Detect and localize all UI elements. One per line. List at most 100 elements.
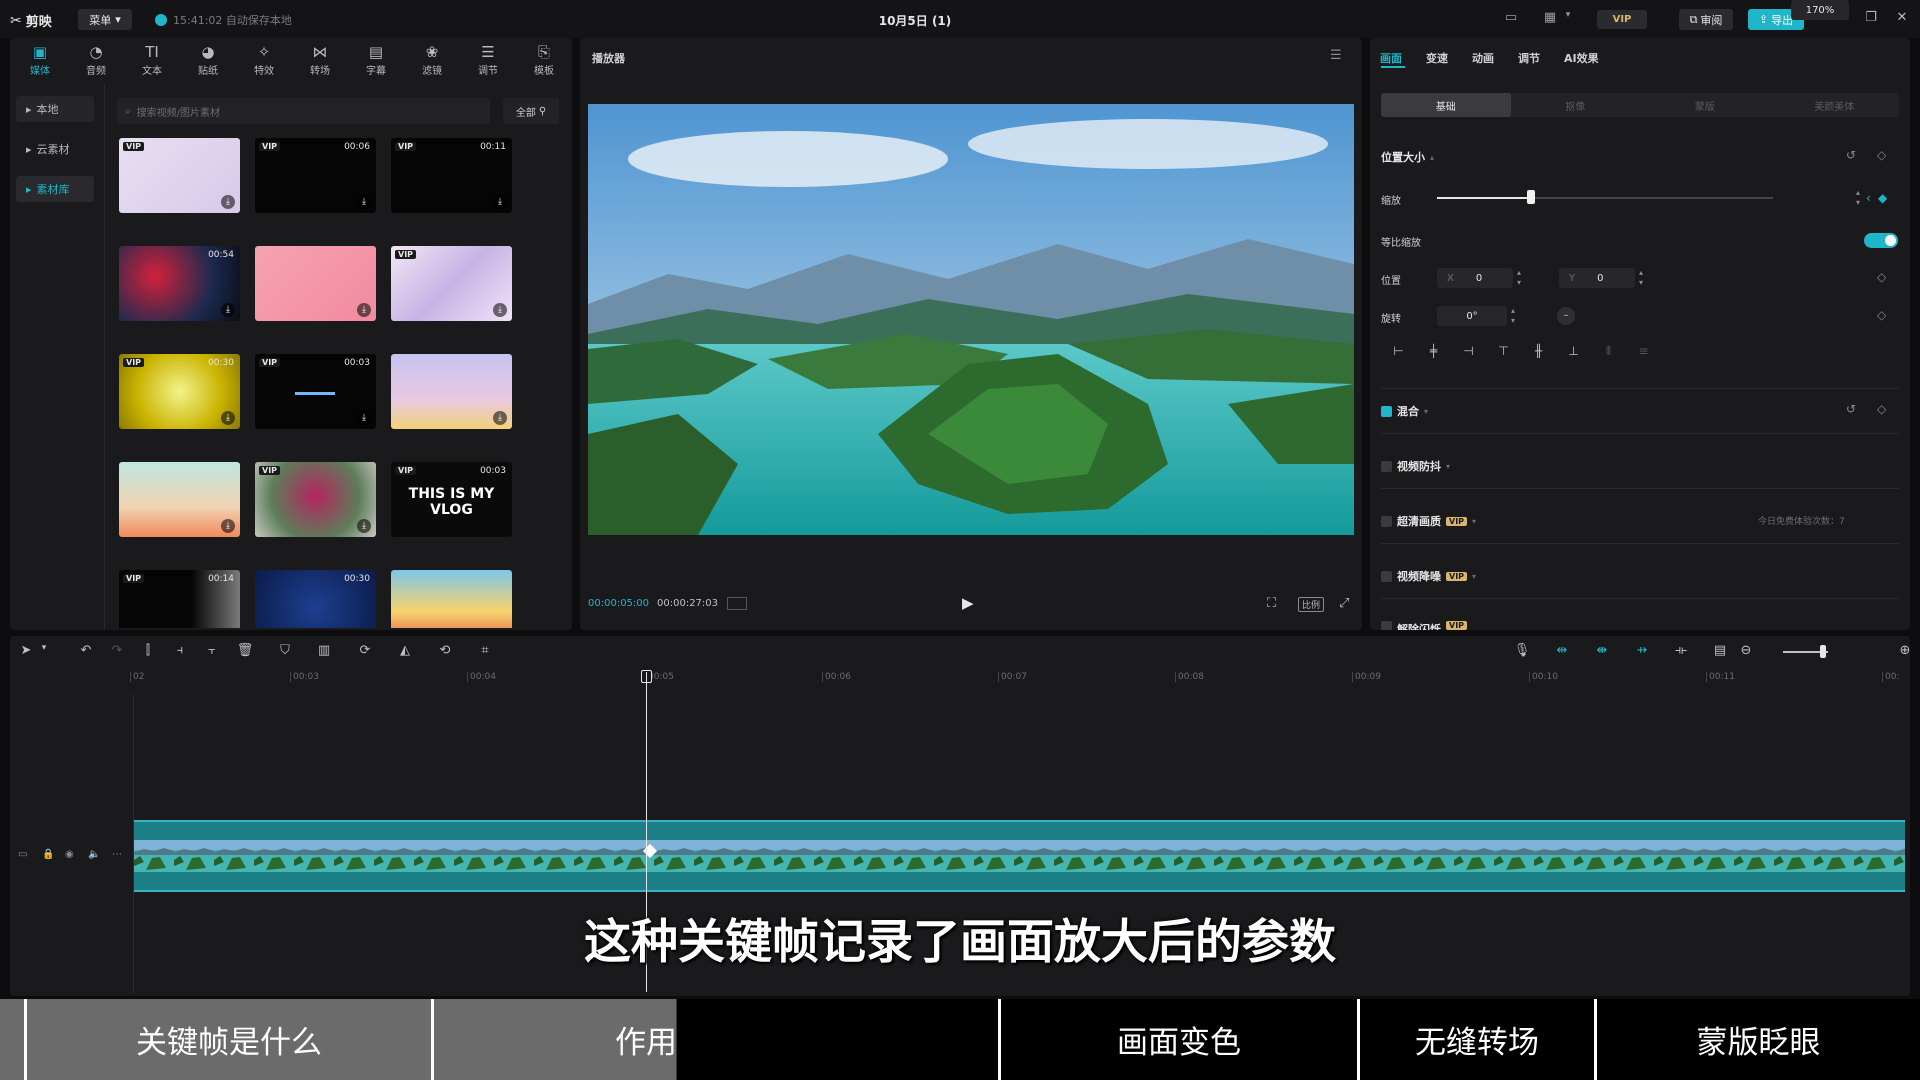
denoise-checkbox[interactable] xyxy=(1381,570,1392,582)
zoom-slider-knob[interactable] xyxy=(1820,645,1826,658)
search-input[interactable]: ⌕ 搜索视频/图片素材 xyxy=(117,98,490,124)
asset-thumb[interactable]: 00:54 ⤓ xyxy=(119,246,240,321)
play-icon[interactable]: ▶ xyxy=(962,594,974,612)
freeze-frame-icon[interactable]: ▥ xyxy=(314,643,334,658)
tab-transition[interactable]: ⋈ 转场 xyxy=(292,38,348,82)
layout-grid-icon[interactable]: ▦ xyxy=(1540,10,1560,28)
stepper-icon[interactable]: ▴ ▾ xyxy=(1507,306,1519,326)
uniform-scale-toggle[interactable] xyxy=(1864,233,1898,248)
chevron-down-icon[interactable]: ▾ xyxy=(34,643,54,653)
align-center-v-icon[interactable]: ╫ xyxy=(1521,344,1556,364)
rotate-input[interactable]: 0° xyxy=(1437,306,1507,326)
keyframe-icon[interactable]: ◇ xyxy=(1877,148,1886,162)
align-top-icon[interactable]: ⊤ xyxy=(1486,344,1521,364)
asset-thumb[interactable]: VIP 00:06 ⤓ xyxy=(255,138,376,213)
section-stabilize[interactable]: 视频防抖 ▾ xyxy=(1381,458,1450,474)
keyframe-icon[interactable]: ◇ xyxy=(1877,402,1886,416)
keyframe-icon[interactable]: ◇ xyxy=(1877,308,1886,322)
split-right-icon[interactable]: ⫟ xyxy=(202,643,222,658)
tab-template[interactable]: ⎘ 模板 xyxy=(516,38,572,82)
vip-badge[interactable]: VIP xyxy=(1597,10,1647,29)
scale-slider-knob[interactable] xyxy=(1527,190,1536,204)
video-preview[interactable] xyxy=(588,104,1354,535)
chapter-seamless-transition[interactable]: 无缝转场 xyxy=(1357,999,1594,1080)
caption-preview-icon[interactable]: ▤ xyxy=(1710,643,1730,658)
chevron-left-icon[interactable]: ‹ xyxy=(1866,191,1871,205)
main-track-magnet-icon[interactable]: ⇹ xyxy=(1552,643,1572,658)
preview-axis-icon[interactable]: ⟛ xyxy=(1671,643,1691,658)
download-icon[interactable]: ⤓ xyxy=(221,411,235,425)
asset-thumb[interactable]: VIP 00:03 ⤓ xyxy=(255,354,376,429)
close-icon[interactable]: ✕ xyxy=(1893,10,1911,28)
reset-icon[interactable]: ↺ xyxy=(1846,148,1856,162)
undo-icon[interactable]: ↶ xyxy=(76,643,96,658)
align-left-icon[interactable]: ⊢ xyxy=(1381,344,1416,364)
chapter-mask-blink[interactable]: 蒙版眨眼 xyxy=(1594,999,1920,1080)
tab-media[interactable]: ▣ 媒体 xyxy=(12,38,68,82)
tab-caption[interactable]: ▤ 字幕 xyxy=(348,38,404,82)
section-super-resolution[interactable]: 超清画质 VIP ▾ xyxy=(1381,513,1476,529)
asset-thumb[interactable]: VIP ⤓ xyxy=(255,462,376,537)
asset-thumb[interactable]: VIP 00:03 THIS IS MY VLOG xyxy=(391,462,512,537)
fullscreen-scan-icon[interactable]: ⛶ xyxy=(1267,596,1276,611)
asset-thumb[interactable]: ⤓ xyxy=(119,462,240,537)
tab-speed[interactable]: 变速 xyxy=(1426,50,1448,66)
crop-icon[interactable]: ⌗ xyxy=(475,643,495,658)
position-x-input[interactable]: X0 xyxy=(1437,268,1513,288)
chapter-what-is-keyframe[interactable]: 关键帧是什么 xyxy=(24,999,431,1080)
asset-thumb[interactable]: VIP 00:11 ⤓ xyxy=(391,138,512,213)
cover-icon[interactable]: ▭ xyxy=(18,849,27,860)
select-cursor-icon[interactable]: ➤ xyxy=(16,643,36,658)
grid-icon[interactable] xyxy=(727,597,747,610)
blend-checkbox[interactable] xyxy=(1381,405,1392,417)
keyframe-icon[interactable]: ◇ xyxy=(1877,270,1886,284)
stepper-icon[interactable]: ▴ ▾ xyxy=(1852,188,1864,208)
linkage-icon[interactable]: ⇸ xyxy=(1632,643,1652,658)
review-button[interactable]: ⧉ 审阅 xyxy=(1679,9,1733,30)
stepper-icon[interactable]: ▴ ▾ xyxy=(1635,268,1647,288)
subtab-cutout[interactable]: 抠像 xyxy=(1511,93,1641,117)
stepper-icon[interactable]: ▴ ▾ xyxy=(1513,268,1525,288)
download-icon[interactable]: ⤓ xyxy=(221,519,235,533)
shield-icon[interactable]: ⛉ xyxy=(275,643,295,658)
asset-thumb[interactable]: VIP ⤓ xyxy=(391,246,512,321)
video-clip[interactable] xyxy=(134,820,1905,892)
zoom-out-icon[interactable]: ⊖ xyxy=(1736,643,1756,658)
tab-picture[interactable]: 画面 xyxy=(1380,50,1402,66)
mirror-icon[interactable]: ◭ xyxy=(395,643,415,658)
chapter-color-change[interactable]: 画面变色 xyxy=(998,999,1357,1080)
split-icon[interactable]: ⫿ xyxy=(138,643,158,658)
section-position-size[interactable]: 位置大小 ▴ xyxy=(1381,149,1434,165)
reset-icon[interactable]: ↺ xyxy=(1846,402,1856,416)
subtab-beauty[interactable]: 美颜美体 xyxy=(1770,93,1900,117)
delete-icon[interactable]: 🗑 xyxy=(235,643,255,658)
expand-icon[interactable]: ⤢ xyxy=(1339,596,1349,611)
download-icon[interactable]: ⤓ xyxy=(493,303,507,317)
filter-button[interactable]: 全部 ⚲ xyxy=(503,98,559,124)
asset-thumb[interactable]: VIP ⤓ xyxy=(119,138,240,213)
section-blend[interactable]: 混合 ▾ xyxy=(1381,403,1428,419)
section-deflicker[interactable]: 解除闪烁 VIP xyxy=(1381,621,1468,630)
align-center-h-icon[interactable]: ╪ xyxy=(1416,344,1451,364)
zoom-in-icon[interactable]: ⊕ xyxy=(1895,643,1915,658)
rotate-icon[interactable]: ⟲ xyxy=(435,643,455,658)
subtab-mask[interactable]: 蒙版 xyxy=(1640,93,1770,117)
microphone-icon[interactable]: 🎙 xyxy=(1512,643,1532,658)
rotate-dial-icon[interactable]: – xyxy=(1557,307,1575,325)
deflicker-checkbox[interactable] xyxy=(1381,621,1392,630)
download-icon[interactable]: ⤓ xyxy=(221,195,235,209)
volume-icon[interactable]: 🔈 xyxy=(88,849,100,860)
subtab-basic[interactable]: 基础 xyxy=(1381,93,1511,117)
split-left-icon[interactable]: ⫞ xyxy=(170,643,190,658)
auto-snap-icon[interactable]: ⇼ xyxy=(1592,643,1612,658)
reverse-icon[interactable]: ⟳ xyxy=(355,643,375,658)
tab-audio[interactable]: ◔ 音频 xyxy=(68,38,124,82)
tab-adjust[interactable]: 调节 xyxy=(1518,50,1540,66)
eye-icon[interactable]: ◉ xyxy=(65,849,74,860)
tab-ai-effects[interactable]: AI效果 xyxy=(1564,50,1599,66)
distribute-h-icon[interactable]: ⫴ xyxy=(1591,344,1626,364)
tab-effects[interactable]: ✧ 特效 xyxy=(236,38,292,82)
more-icon[interactable]: ⋯ xyxy=(112,849,122,860)
lock-icon[interactable]: 🔒 xyxy=(42,849,54,860)
tab-adjust[interactable]: ☰ 调节 xyxy=(460,38,516,82)
